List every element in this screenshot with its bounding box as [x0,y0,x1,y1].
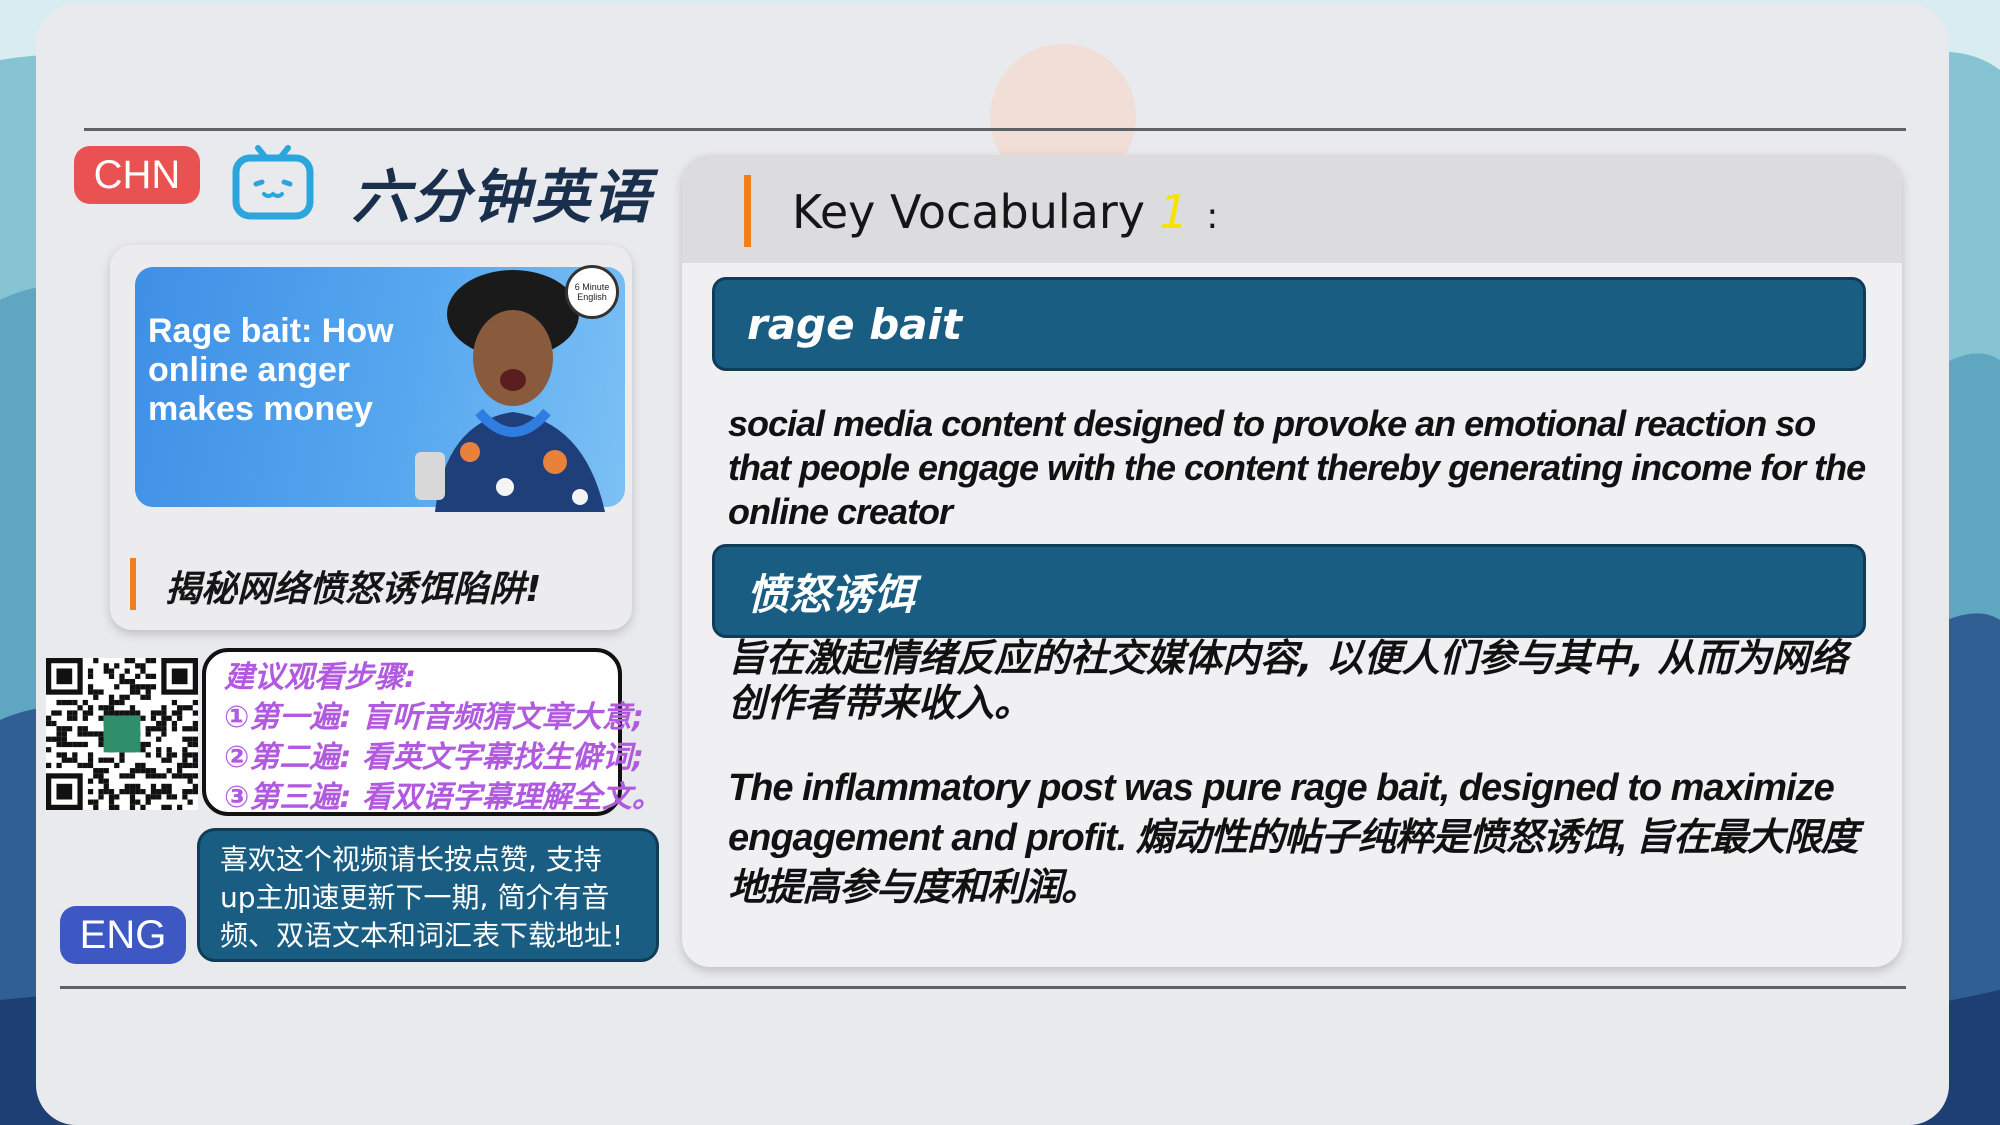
step-item: ③第三遍: 看双语字幕理解全文。 [224,780,662,815]
steps-heading: 建议观看步骤: [224,660,416,695]
example-sentence: The inflammatory post was pure rage bait… [728,767,1859,909]
step-item: ②第二遍: 看英文字幕找生僻词; [224,740,644,775]
eng-badge[interactable]: ENG [60,906,186,964]
viewing-steps-bubble: 建议观看步骤: ①第一遍: 盲听音频猜文章大意; ②第二遍: 看英文字幕找生僻词… [202,648,662,816]
tv-icon [232,145,314,220]
six-minute-english-logo: 6 Minute English [565,265,619,319]
like-line: 喜欢这个视频请长按点赞, 支持 [220,843,602,876]
vocabulary-accent-bar [744,175,751,247]
show-title: 六分钟英语 [352,163,653,231]
like-line: up主加速更新下一期, 简介有音 [220,881,610,914]
term-chinese: 愤怒诱饵 [712,544,1866,638]
thumbnail-caption: 揭秘网络愤怒诱饵陷阱! [165,569,542,610]
caption-accent-bar [130,558,136,610]
like-line: 频、双语文本和词汇表下载地址! [220,919,624,952]
vocabulary-title-text: Key Vocabulary [792,185,1145,239]
step-item: ①第一遍: 盲听音频猜文章大意; [224,700,644,735]
top-divider [84,128,1906,131]
vocabulary-title: Key Vocabulary 1: [792,185,1218,239]
vocabulary-panel: Key Vocabulary 1: rage bait social media … [682,155,1902,967]
definition-english: social media content designed to provoke… [728,403,1866,532]
definition-chinese: 旨在激起情绪反应的社交媒体内容, 以便人们参与其中, 从而为网络创作者带来收入。 [728,636,1848,725]
qr-code-icon[interactable] [46,658,198,810]
chn-badge[interactable]: CHN [74,146,200,204]
vocabulary-colon: : [1206,196,1219,237]
vocabulary-number: 1 [1159,185,1189,239]
term-english: rage bait [712,277,1866,371]
like-reminder-bubble: 喜欢这个视频请长按点赞, 支持 up主加速更新下一期, 简介有音 频、双语文本和… [197,828,659,962]
bottom-divider [60,986,1906,989]
